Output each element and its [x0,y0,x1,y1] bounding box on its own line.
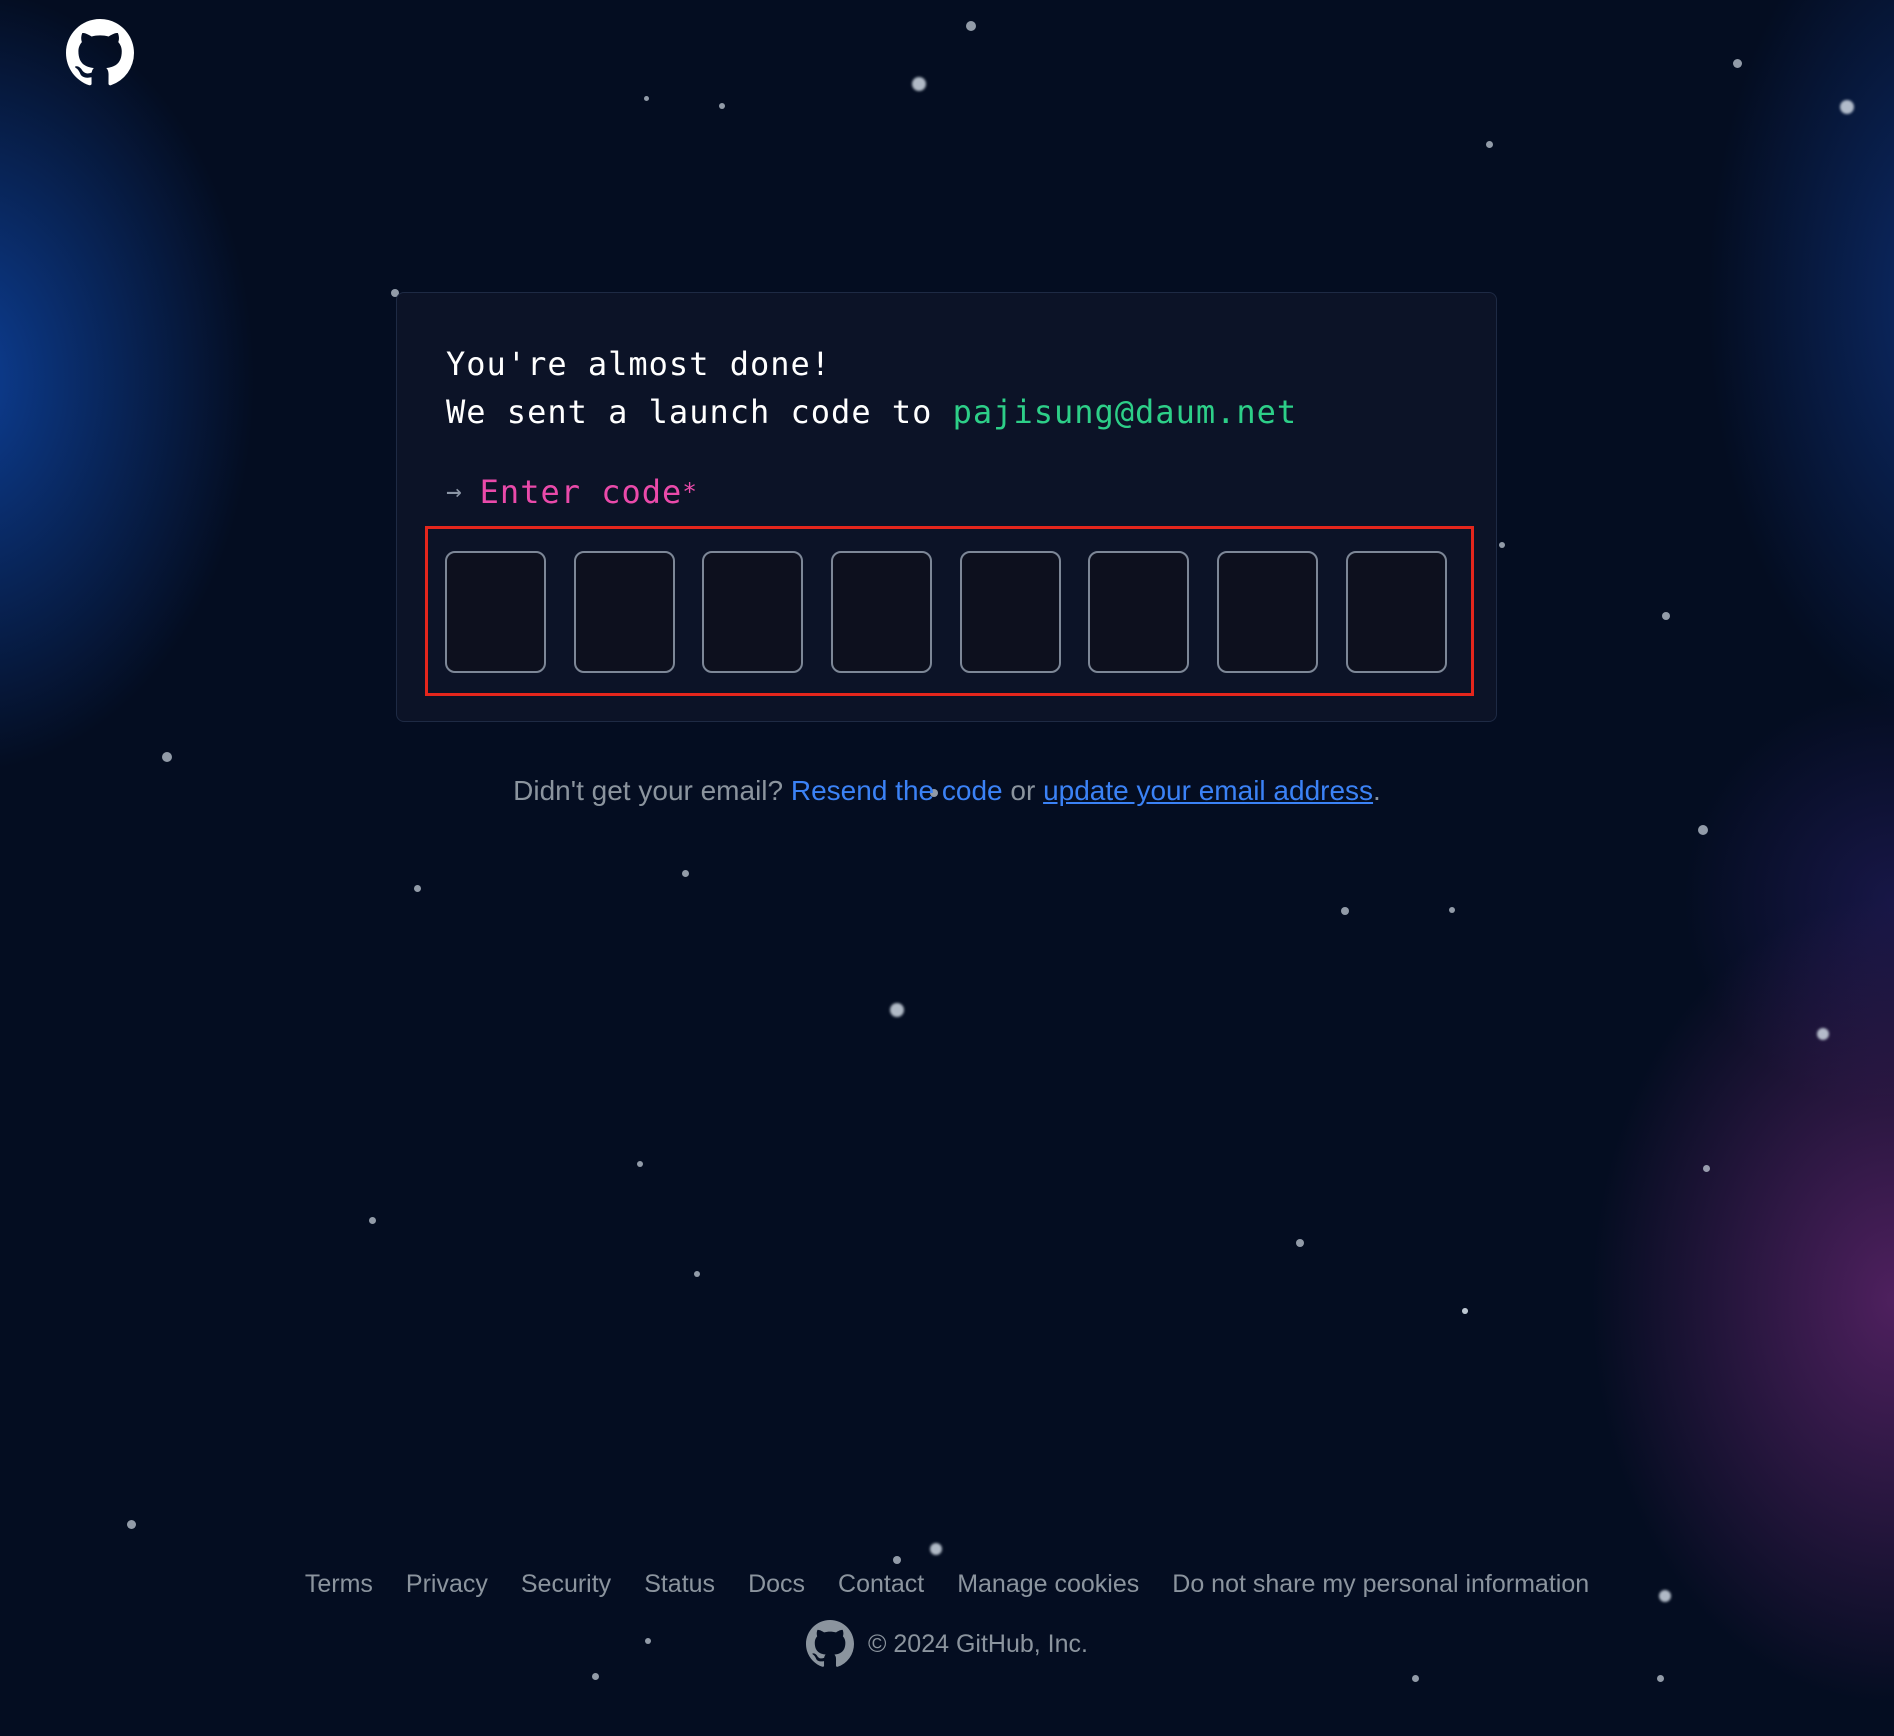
resend-code-link[interactable]: Resend the code [791,775,1003,806]
footer-link-status[interactable]: Status [644,1570,715,1599]
footer-link-security[interactable]: Security [521,1570,611,1599]
code-digit-4[interactable] [831,551,932,673]
footer-links: Terms Privacy Security Status Docs Conta… [0,1570,1894,1599]
code-digit-6[interactable] [1088,551,1189,673]
space-background [0,0,1894,1736]
footer-link-privacy[interactable]: Privacy [406,1570,488,1599]
footer-copyright: © 2024 GitHub, Inc. [0,1620,1894,1668]
enter-code-label: Enter code [479,473,683,511]
code-digit-1[interactable] [445,551,546,673]
footer-link-terms[interactable]: Terms [305,1570,373,1599]
email-address: pajisung@daum.net [952,393,1298,431]
enter-code-prompt: → Enter code * [446,473,697,511]
resend-suffix: . [1373,775,1381,806]
code-digit-2[interactable] [574,551,675,673]
code-digit-5[interactable] [960,551,1061,673]
github-logo-icon[interactable] [66,19,134,87]
code-digit-8[interactable] [1346,551,1447,673]
code-input-group [425,526,1474,696]
required-marker: * [682,478,697,506]
footer-link-docs[interactable]: Docs [748,1570,805,1599]
heading-almost-done: You're almost done! [446,345,832,383]
footer-link-contact[interactable]: Contact [838,1570,924,1599]
footer-link-do-not-share[interactable]: Do not share my personal information [1172,1570,1589,1599]
resend-prefix: Didn't get your email? [513,775,791,806]
github-footer-logo-icon[interactable] [806,1620,855,1668]
code-digit-7[interactable] [1217,551,1318,673]
update-email-link[interactable]: update your email address [1043,775,1373,806]
copyright-text: © 2024 GitHub, Inc. [868,1629,1088,1658]
sent-code-message: We sent a launch code to pajisung@daum.n… [446,393,1297,431]
resend-message: Didn't get your email? Resend the code o… [0,775,1894,807]
arrow-right-icon: → [446,477,462,507]
code-digit-3[interactable] [702,551,803,673]
verification-card: You're almost done! We sent a launch cod… [396,292,1497,722]
resend-middle: or [1002,775,1044,806]
footer-link-manage-cookies[interactable]: Manage cookies [957,1570,1139,1599]
sent-code-prefix: We sent a launch code to [446,393,953,431]
